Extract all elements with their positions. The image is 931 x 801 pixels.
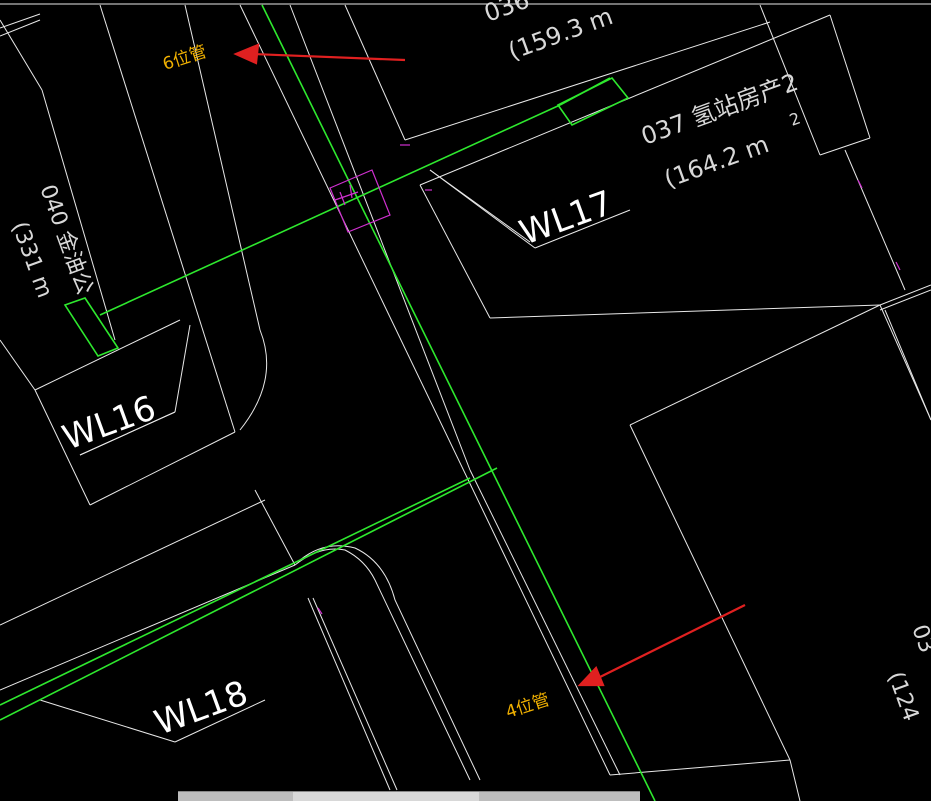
lot-037-area-sup: 2 [787, 108, 803, 129]
building-right [609, 289, 931, 801]
pipe-6-label: 6位管 [160, 42, 209, 75]
road-lines [239, 4, 621, 776]
cad-drawing-canvas[interactable]: 6位管 4位管 WL16 WL17 WL18 037 氢站房产2 (164.2 … [0, 0, 931, 801]
meter-wl16[interactable] [63, 297, 120, 357]
arrow-to-pipe-4 [577, 604, 746, 687]
wl16-label: WL16 [57, 388, 161, 458]
lower-roads [0, 489, 481, 791]
wl17-label: WL17 [514, 183, 618, 253]
lot-right-name: 03 [906, 622, 931, 657]
wl18-label: WL18 [149, 673, 253, 743]
lot-right-area: (124 [882, 669, 923, 725]
meter-wl17[interactable] [556, 76, 630, 127]
arrow-to-pipe-6 [233, 43, 406, 65]
pipe-lines [0, 4, 656, 801]
scrollbar-thumb[interactable] [293, 791, 479, 801]
lot-037-name: 037 氢站房产2 [637, 68, 801, 151]
pipe-4-label: 4位管 [503, 690, 552, 723]
valve-fixture[interactable] [329, 169, 391, 233]
lot-036-name: 036 [480, 0, 533, 28]
